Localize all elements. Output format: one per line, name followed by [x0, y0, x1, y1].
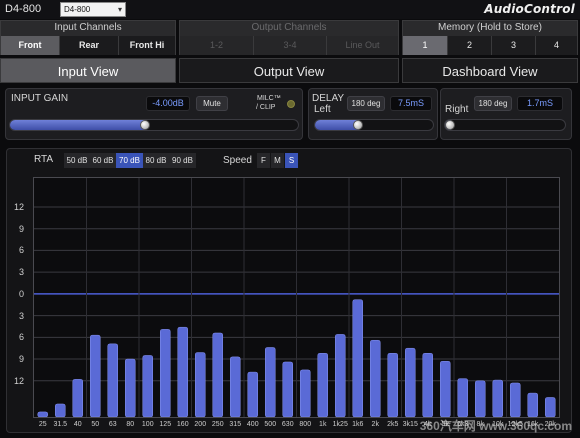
delay-left-label: Left	[314, 104, 331, 115]
rta-bar-125	[160, 329, 171, 418]
rta-bar-1k25	[335, 334, 346, 418]
rta-label: RTA	[34, 154, 54, 165]
rta-bar-4k	[422, 353, 433, 418]
rta-bar-500	[265, 347, 276, 418]
input-gain-slider[interactable]	[9, 119, 299, 131]
y-tick-label: 12	[13, 375, 24, 386]
memory-group: Memory (Hold to Store) 1 2 3 4	[402, 20, 578, 55]
rta-bar-16k	[527, 392, 538, 418]
watermark: 360汽车网 www.360qc.com	[419, 419, 572, 433]
y-tick-label: 12	[13, 201, 24, 212]
delay-label: DELAY	[312, 93, 345, 104]
rta-bar-12k5	[510, 382, 521, 418]
speed-fast[interactable]: F	[257, 153, 270, 168]
input-gain-slider-fill	[10, 120, 146, 130]
speed-slow[interactable]: S	[285, 153, 298, 168]
rta-bar-2k5	[387, 353, 398, 418]
rta-bar-5k	[440, 360, 451, 418]
rta-range-80db[interactable]: 80 dB	[143, 153, 169, 168]
y-tick-label: 0	[18, 288, 24, 299]
rta-bar-3k15	[405, 347, 416, 418]
rta-range-90db[interactable]: 90 dB	[169, 153, 196, 168]
delay-left-slider-fill	[315, 120, 359, 130]
y-tick-label: 6	[18, 332, 24, 343]
memory-slot-1[interactable]: 1	[403, 36, 447, 55]
rta-bar-10k	[492, 379, 503, 418]
input-tab-front[interactable]: Front	[1, 36, 59, 55]
rta-range-70db[interactable]: 70 dB	[116, 153, 143, 168]
rta-bar-315	[230, 356, 241, 418]
rta-bar-630	[282, 361, 293, 418]
rta-bar-31.5	[55, 403, 66, 418]
memory-slot-3[interactable]: 3	[491, 36, 535, 55]
rta-bar-40	[72, 379, 83, 418]
output-channels-group: Output Channels 1-2 3-4 Line Out	[179, 20, 399, 55]
input-tab-front-hi[interactable]: Front Hi	[118, 36, 175, 55]
delay-left-phase[interactable]: 180 deg	[347, 96, 385, 111]
rta-bar-1k	[317, 353, 328, 418]
delay-left-value[interactable]: 7.5mS	[390, 96, 432, 111]
clip-indicator-led	[287, 100, 295, 108]
delay-left-slider[interactable]	[314, 119, 434, 131]
input-tab-rear[interactable]: Rear	[59, 36, 118, 55]
rta-bar-400	[247, 371, 258, 418]
delay-right-value[interactable]: 1.7mS	[517, 96, 563, 111]
mute-button[interactable]: Mute	[196, 96, 228, 111]
rta-chart-svg	[34, 178, 559, 418]
milc-label: MILC™	[257, 95, 281, 102]
output-channels-title: Output Channels	[251, 22, 327, 33]
memory-title: Memory (Hold to Store)	[438, 22, 542, 33]
y-tick-label: 3	[18, 267, 24, 278]
rta-bar-6k3	[457, 378, 468, 418]
y-tick-label: 6	[18, 245, 24, 256]
input-gain-value[interactable]: -4.00dB	[146, 96, 190, 111]
brand-logo: AudioControl	[484, 2, 575, 16]
device-select[interactable]: D4-800 ▾	[60, 2, 126, 17]
rta-bar-800	[300, 369, 311, 418]
clip-label: / CLIP	[256, 104, 276, 111]
input-channels-title: Input Channels	[54, 22, 122, 33]
memory-slot-4[interactable]: 4	[535, 36, 577, 55]
rta-range-60db[interactable]: 60 dB	[90, 153, 116, 168]
y-tick-label: 9	[18, 223, 24, 234]
rta-bar-80	[125, 358, 136, 418]
rta-bar-25	[37, 411, 48, 418]
memory-slot-2[interactable]: 2	[447, 36, 491, 55]
rta-bar-8k	[475, 380, 486, 418]
rta-range-50db[interactable]: 50 dB	[64, 153, 90, 168]
delay-right-phase[interactable]: 180 deg	[474, 96, 512, 111]
output-tab-line-out[interactable]: Line Out	[326, 36, 398, 55]
device-title: D4-800	[5, 3, 42, 15]
delay-right-label: Right	[445, 104, 469, 115]
rta-bar-63	[107, 343, 118, 418]
speed-medium[interactable]: M	[271, 153, 284, 168]
rta-bar-1k6	[352, 299, 363, 418]
rta-bar-100	[142, 355, 153, 418]
chevron-down-icon: ▾	[117, 5, 122, 14]
rta-bar-250	[212, 332, 223, 418]
output-tab-1-2[interactable]: 1-2	[180, 36, 253, 55]
rta-bar-20k	[545, 397, 556, 418]
y-tick-label: 9	[18, 354, 24, 365]
tab-output-view[interactable]: Output View	[179, 58, 399, 83]
rta-bar-200	[195, 352, 206, 418]
delay-right-slider[interactable]	[444, 119, 566, 131]
device-select-value: D4-800	[64, 5, 91, 14]
speed-label: Speed	[223, 155, 252, 166]
rta-bar-2k	[370, 339, 381, 418]
input-gain-label: INPUT GAIN	[11, 93, 69, 104]
tab-input-view[interactable]: Input View	[0, 58, 176, 83]
rta-chart	[33, 177, 560, 418]
input-channels-group: Input Channels Front Rear Front Hi	[0, 20, 176, 55]
y-tick-label: 3	[18, 310, 24, 321]
output-tab-3-4[interactable]: 3-4	[253, 36, 326, 55]
tab-dashboard-view[interactable]: Dashboard View	[402, 58, 578, 83]
rta-bar-50	[90, 334, 101, 418]
rta-bar-160	[177, 326, 188, 418]
